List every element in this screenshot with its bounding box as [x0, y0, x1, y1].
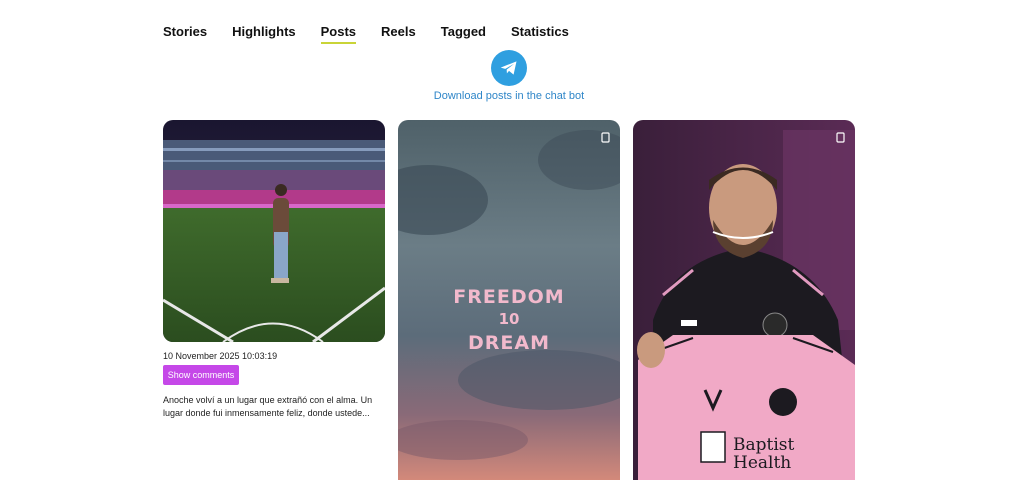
tab-posts[interactable]: Posts	[320, 24, 357, 44]
post-image-player[interactable]: Baptist Health	[633, 120, 855, 480]
image-text-freedom: FREEDOM	[453, 286, 565, 308]
tab-tagged[interactable]: Tagged	[441, 24, 486, 44]
post-date: 10 November 2025 10:03:19	[163, 351, 278, 361]
svg-text:Baptist: Baptist	[733, 435, 795, 455]
multi-media-icon	[601, 130, 610, 148]
post-image-freedom[interactable]: FREEDOM 10 DREAM	[398, 120, 620, 480]
tab-stories[interactable]: Stories	[163, 24, 207, 44]
player-photo: Baptist Health	[633, 120, 855, 480]
tab-reels[interactable]: Reels	[381, 24, 416, 44]
show-comments-button[interactable]: Show comments	[163, 365, 239, 385]
post-image-stadium[interactable]	[163, 120, 385, 342]
image-text-dream: DREAM	[468, 332, 550, 354]
post-caption: Anoche volví a un lugar que extrañó con …	[163, 395, 373, 418]
telegram-button[interactable]	[491, 50, 527, 86]
image-text-number: 10	[498, 310, 520, 328]
tab-statistics[interactable]: Statistics	[511, 24, 569, 44]
svg-text:Health: Health	[733, 453, 791, 473]
chat-bot-link[interactable]: Download posts in the chat bot	[400, 90, 618, 102]
telegram-icon	[500, 61, 517, 75]
stadium-photo	[163, 120, 385, 342]
multi-media-icon	[836, 130, 845, 148]
tab-highlights[interactable]: Highlights	[232, 24, 296, 44]
profile-tabs: Stories Highlights Posts Reels Tagged St…	[163, 24, 594, 44]
